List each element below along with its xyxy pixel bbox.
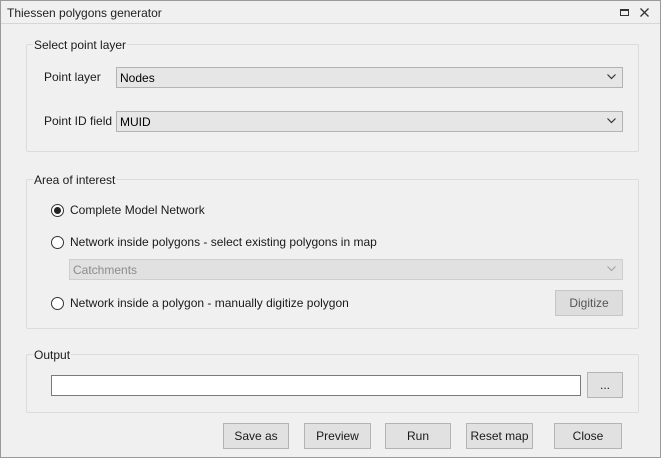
dialog-window: Thiessen polygons generator Select point… [0, 0, 661, 458]
maximize-icon [619, 8, 629, 16]
run-button[interactable]: Run [385, 423, 451, 449]
close-x-icon [639, 7, 649, 17]
chevron-down-icon [607, 118, 616, 124]
chevron-down-icon [607, 266, 616, 272]
point-layer-value: Nodes [120, 71, 155, 85]
chevron-down-icon [607, 74, 616, 80]
area-of-interest-legend: Area of interest [33, 173, 117, 187]
output-legend: Output [33, 348, 72, 362]
preview-button[interactable]: Preview [304, 423, 371, 449]
browse-button[interactable]: ... [587, 372, 623, 398]
title-bar: Thiessen polygons generator [1, 1, 660, 24]
reset-map-button[interactable]: Reset map [466, 423, 533, 449]
radio-button[interactable] [51, 235, 64, 249]
radio-network-inside-polygons-label: Network inside polygons - select existin… [70, 235, 377, 249]
polygon-layer-select[interactable]: Catchments [69, 259, 623, 280]
output-path-input[interactable] [51, 375, 581, 396]
save-as-button[interactable]: Save as [223, 423, 289, 449]
radio-button[interactable] [51, 296, 64, 310]
digitize-button[interactable]: Digitize [555, 290, 623, 316]
radio-digitize-polygon-label: Network inside a polygon - manually digi… [70, 296, 349, 310]
radio-digitize-polygon[interactable]: Network inside a polygon - manually digi… [51, 296, 349, 310]
radio-network-inside-polygons[interactable]: Network inside polygons - select existin… [51, 235, 377, 249]
point-id-field-value: MUID [120, 115, 151, 129]
point-layer-group-legend: Select point layer [33, 38, 128, 52]
radio-button[interactable] [51, 203, 64, 217]
point-layer-label: Point layer [44, 70, 101, 84]
close-button[interactable]: Close [554, 423, 622, 449]
point-id-field-select[interactable]: MUID [116, 111, 623, 132]
point-layer-group [26, 44, 639, 152]
polygon-layer-value: Catchments [73, 263, 138, 277]
radio-complete-network-label: Complete Model Network [70, 203, 205, 217]
radio-complete-network[interactable]: Complete Model Network [51, 203, 205, 217]
maximize-button[interactable] [617, 5, 631, 19]
point-layer-select[interactable]: Nodes [116, 67, 623, 88]
point-id-field-label: Point ID field [44, 114, 113, 128]
close-window-button[interactable] [637, 5, 651, 19]
window-title: Thiessen polygons generator [7, 6, 162, 20]
